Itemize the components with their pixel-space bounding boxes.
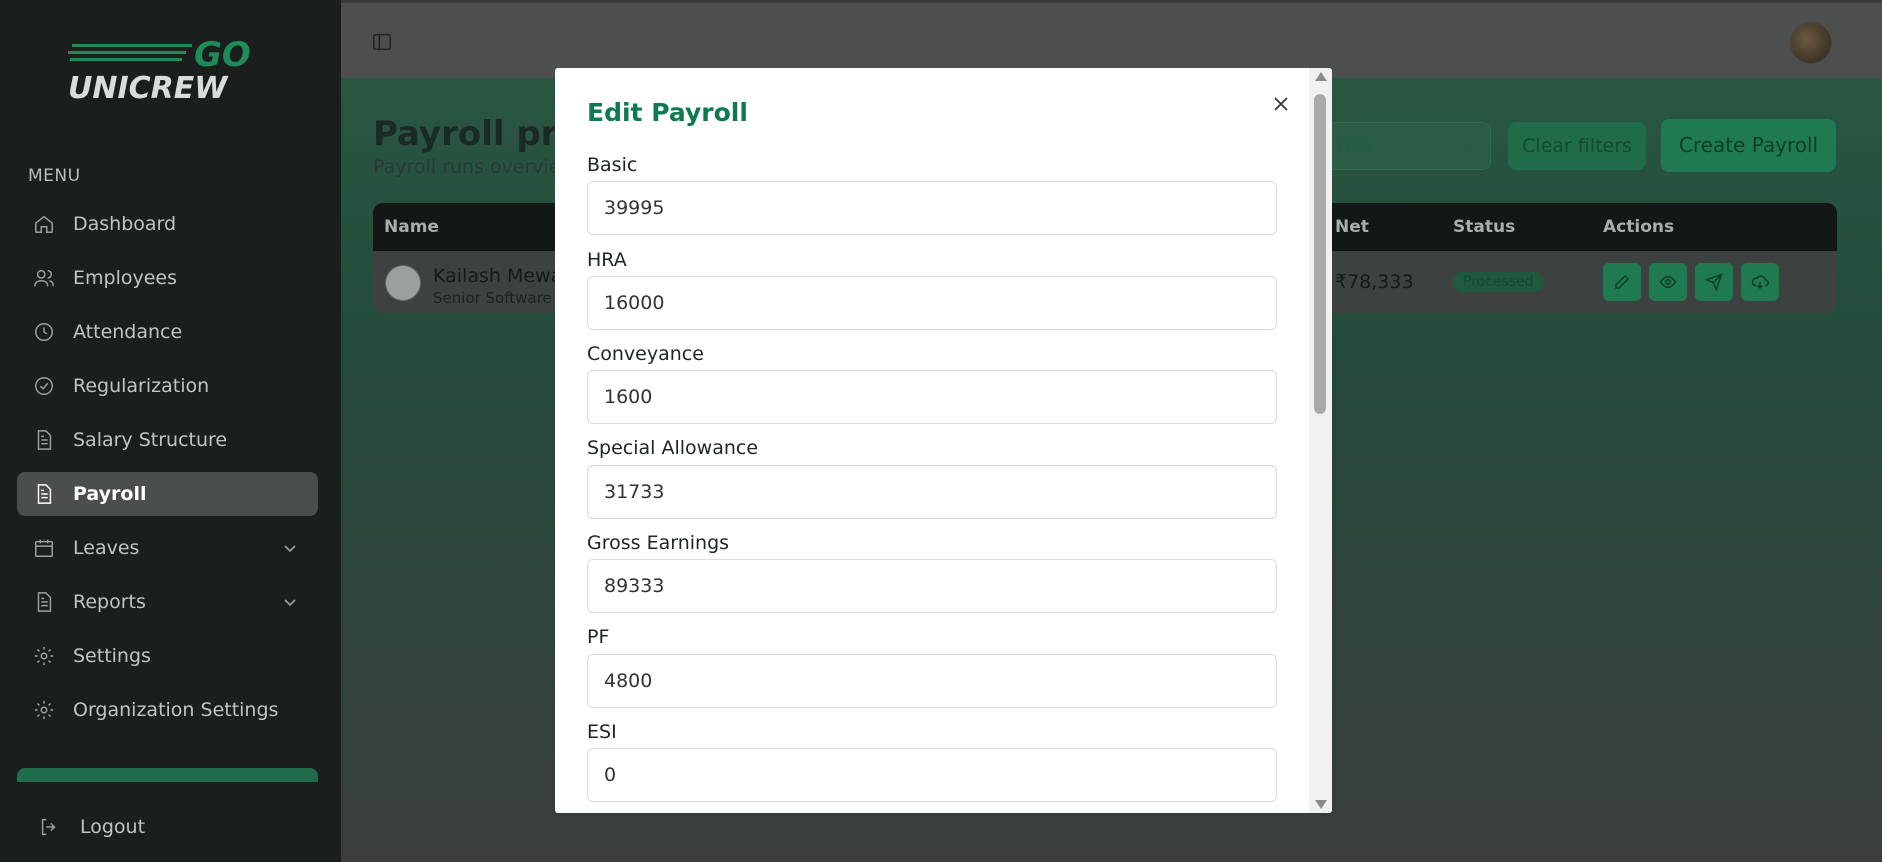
gounicrew-logo[interactable]: GO UNICREW <box>66 32 266 102</box>
pf-field[interactable]: 4800 <box>587 654 1277 708</box>
sidebar-item-label: Salary Structure <box>73 429 228 451</box>
esi-field[interactable]: 0 <box>587 748 1277 802</box>
special-allowance-field[interactable]: 31733 <box>587 465 1277 519</box>
user-avatar[interactable] <box>1790 22 1832 64</box>
chevron-down-icon <box>284 599 296 607</box>
hra-field[interactable]: 16000 <box>587 276 1277 330</box>
calendar-icon <box>35 539 53 557</box>
basic-field[interactable]: 39995 <box>587 181 1277 235</box>
column-header-net[interactable]: Net <box>1335 217 1369 237</box>
sidebar-green-strip <box>17 768 318 782</box>
sidebar-item-label: Attendance <box>73 321 183 343</box>
download-button[interactable] <box>1741 263 1779 301</box>
sidebar-item-label: Regularization <box>73 375 210 397</box>
modal-title: Edit Payroll <box>587 98 748 127</box>
chevron-down-icon <box>284 545 296 553</box>
scroll-up-arrow-icon[interactable] <box>1315 72 1327 81</box>
net-amount: ₹78,333 <box>1335 271 1414 293</box>
chevron-down-icon <box>1462 144 1474 152</box>
basic-label: Basic <box>587 154 638 176</box>
sidebar-item-regularization[interactable]: Regularization <box>17 364 318 408</box>
page-subtitle: Payroll runs overvie <box>373 156 561 178</box>
topbar <box>341 0 1882 78</box>
sidebar-item-settings[interactable]: Settings <box>17 634 318 678</box>
status-badge: Processed <box>1453 272 1544 292</box>
column-header-actions: Actions <box>1603 217 1675 237</box>
create-payroll-button[interactable]: Create Payroll <box>1661 119 1836 172</box>
sidebar-item-payroll[interactable]: Payroll <box>17 472 318 516</box>
check-circle-icon <box>35 377 53 395</box>
column-header-status[interactable]: Status <box>1453 217 1515 237</box>
logout-button[interactable]: Logout <box>38 816 145 838</box>
edit-payroll-modal: Edit Payroll Basic 39995 HRA 16000 Conve… <box>555 68 1332 813</box>
sidebar-item-label: Settings <box>73 645 151 667</box>
send-button[interactable] <box>1695 263 1733 301</box>
eye-icon <box>1659 275 1677 289</box>
clear-filters-button[interactable]: Clear filters <box>1508 122 1646 170</box>
sidebar-item-label: Reports <box>73 591 146 613</box>
edit-icon <box>1615 274 1630 289</box>
sidebar-item-salary-structure[interactable]: Salary Structure <box>17 418 318 462</box>
close-button[interactable] <box>1267 90 1295 118</box>
employee-role: Senior Software <box>433 289 552 307</box>
home-icon <box>35 215 53 233</box>
page-title: Payroll pro <box>373 114 581 154</box>
sidebar-item-label: Leaves <box>73 537 140 559</box>
modal-scrollbar[interactable] <box>1309 68 1332 813</box>
esi-label: ESI <box>587 721 617 743</box>
menu-label: MENU <box>28 166 81 186</box>
edit-button[interactable] <box>1603 263 1641 301</box>
period-filter-value: 025 <box>1338 135 1375 157</box>
employee-avatar <box>385 265 421 301</box>
logout-label: Logout <box>80 816 146 838</box>
sidebar-item-organization-settings[interactable]: Organization Settings <box>17 688 318 732</box>
logout-icon <box>41 818 56 836</box>
cloud-download-icon <box>1751 275 1769 290</box>
sidebar: GO UNICREW MENU Dashboard Employees Atte… <box>0 0 341 862</box>
gear-icon <box>34 646 54 666</box>
logo-text-top: GO <box>194 35 251 75</box>
close-icon <box>1274 97 1288 111</box>
sidebar-item-label: Payroll <box>73 483 147 505</box>
sidebar-item-leaves[interactable]: Leaves <box>17 526 318 570</box>
sidebar-item-attendance[interactable]: Attendance <box>17 310 318 354</box>
hra-label: HRA <box>587 249 627 271</box>
gross-earnings-label: Gross Earnings <box>587 532 730 554</box>
sidebar-nav: Dashboard Employees Attendance Regulariz… <box>17 202 318 742</box>
period-filter-select[interactable]: 025 <box>1325 122 1491 170</box>
employee-name: Kailash Mewa <box>433 265 563 287</box>
sidebar-item-label: Employees <box>73 267 177 289</box>
users-icon <box>34 269 54 287</box>
sidebar-item-label: Dashboard <box>73 213 177 235</box>
logo-text-bottom: UNICREW <box>68 71 229 102</box>
document-icon <box>37 430 52 450</box>
row-actions <box>1603 263 1779 301</box>
view-button[interactable] <box>1649 263 1687 301</box>
clock-icon <box>35 323 53 341</box>
column-header-name[interactable]: Name <box>384 217 439 237</box>
conveyance-label: Conveyance <box>587 343 704 365</box>
special-allowance-label: Special Allowance <box>587 437 759 459</box>
pf-label: PF <box>587 626 610 648</box>
gear-icon <box>34 700 54 720</box>
scroll-down-arrow-icon[interactable] <box>1315 800 1327 809</box>
sidebar-item-reports[interactable]: Reports <box>17 580 318 624</box>
conveyance-field[interactable]: 1600 <box>587 370 1277 424</box>
gross-earnings-field[interactable]: 89333 <box>587 559 1277 613</box>
sidebar-item-dashboard[interactable]: Dashboard <box>17 202 318 246</box>
document-icon <box>37 592 52 612</box>
scrollbar-thumb[interactable] <box>1314 94 1326 414</box>
sidebar-item-label: Organization Settings <box>73 699 279 721</box>
send-icon <box>1705 273 1723 291</box>
sidebar-toggle-icon[interactable] <box>371 31 393 53</box>
document-icon <box>37 484 52 504</box>
sidebar-item-employees[interactable]: Employees <box>17 256 318 300</box>
